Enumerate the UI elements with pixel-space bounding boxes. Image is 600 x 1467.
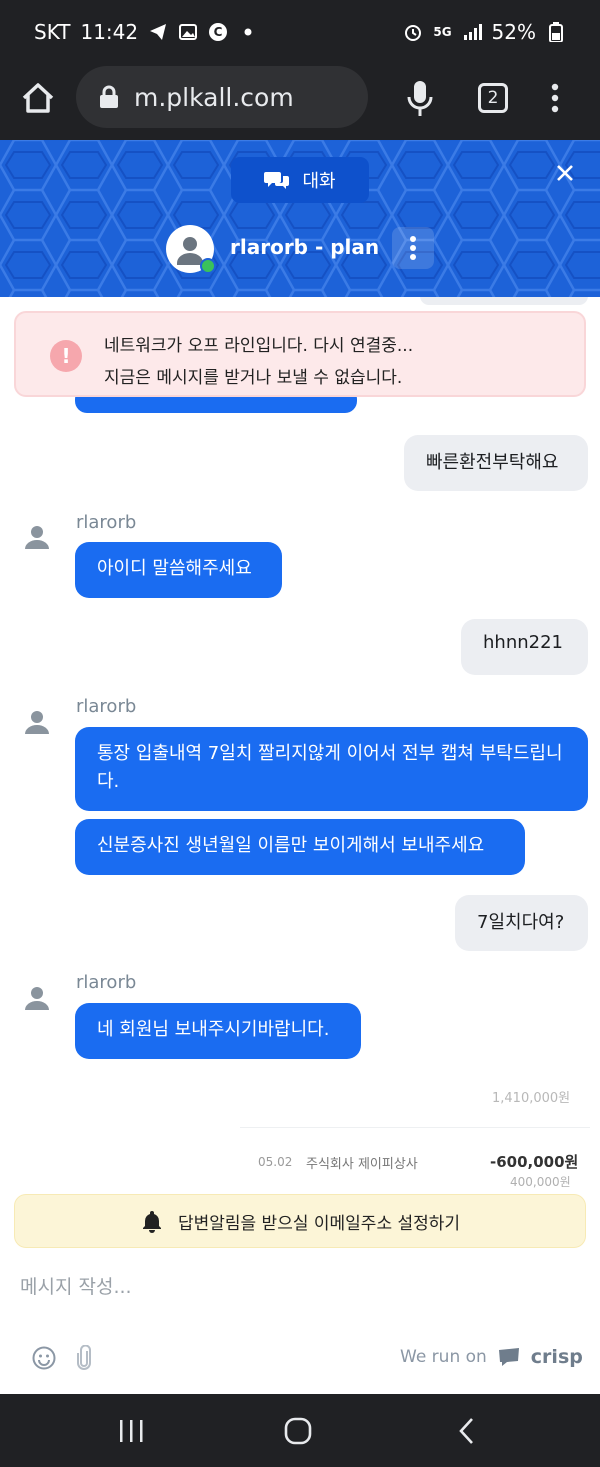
email-notification-prompt[interactable]: 답변알림을 받으실 이메일주소 설정하기 [14, 1194, 586, 1248]
chat-messages[interactable]: ! 네트워크가 오프 라인입니다. 다시 연결중... 지금은 메시지를 받거나… [0, 297, 600, 1192]
home-icon [22, 83, 54, 113]
agent-author: rlarorb [76, 972, 137, 993]
agent-person-icon [25, 987, 49, 1010]
status-left: SKT 11:42 C [34, 20, 258, 44]
recent-apps-button[interactable] [116, 1416, 146, 1446]
alert-icon: ! [50, 340, 82, 372]
agent-message: 통장 입출내역 7일치 짤리지않게 이어서 전부 캡쳐 부탁드립니다. [75, 727, 588, 811]
crisp-brand: crisp [530, 1346, 583, 1368]
offline-message-line2: 지금은 메시지를 받거나 보낼 수 없습니다. [104, 368, 403, 388]
home-button[interactable] [18, 78, 58, 118]
hidden-user-bubble [420, 297, 588, 305]
microphone-icon [407, 81, 433, 116]
attach-file-button[interactable] [76, 1344, 92, 1371]
agent-author: rlarorb [76, 696, 137, 717]
notification-dot-icon [238, 22, 258, 42]
carrier-label: SKT [34, 20, 71, 44]
browser-menu-button[interactable] [548, 82, 562, 114]
agent-message: 네 회원님 보내주시기바랍니다. [75, 1003, 361, 1059]
chat-bubbles-icon [264, 172, 290, 189]
message-composer: We run on crisp [0, 1248, 600, 1394]
close-icon [557, 165, 573, 181]
battery-icon [546, 22, 566, 43]
network-type: 5G [433, 25, 452, 39]
signal-icon [462, 22, 482, 42]
paperclip-icon [77, 1344, 91, 1370]
agent-person-icon [25, 711, 49, 734]
online-status-indicator [200, 258, 216, 274]
url-text: m.plkall.com [134, 82, 294, 112]
message-text: 신분증사진 생년월일 이름만 보이게해서 보내주세요 [97, 835, 485, 856]
receipt-divider [240, 1127, 590, 1128]
user-message: 7일치다여? [455, 895, 588, 951]
receipt-row2-amount: -600,000원 [490, 1153, 579, 1171]
status-right: 5G 52% [403, 20, 566, 44]
agent-person-icon [25, 526, 49, 549]
message-text: hhnn221 [483, 632, 563, 653]
agent-author: rlarorb [76, 512, 137, 533]
alarm-icon [403, 22, 423, 42]
powered-by-text: We run on [400, 1347, 487, 1367]
back-chevron-icon [459, 1418, 473, 1444]
message-text: 아이디 말씀해주세요 [97, 558, 252, 579]
recent-apps-icon [120, 1420, 143, 1442]
back-button[interactable] [452, 1416, 482, 1446]
agent-message: 신분증사진 생년월일 이름만 보이게해서 보내주세요 [75, 819, 525, 875]
c-app-icon: C [208, 22, 228, 42]
lock-icon [100, 85, 118, 108]
kebab-menu-icon [551, 83, 559, 113]
emoji-button[interactable] [32, 1346, 56, 1370]
more-options-icon [410, 236, 416, 260]
bell-icon [142, 1211, 161, 1233]
offline-message-line1: 네트워크가 오프 라인입니다. 다시 연결중... [104, 336, 414, 356]
tab-switcher-button[interactable]: 2 [478, 83, 508, 113]
background-receipt-image: 1,410,000원 05.02 주식회사 제이피상사 -600,000원 40… [0, 1067, 600, 1192]
user-message: hhnn221 [461, 619, 588, 675]
battery-percent: 52% [491, 20, 536, 44]
message-text: 네 회원님 보내주시기바랍니다. [97, 1019, 330, 1040]
agent-message: 아이디 말씀해주세요 [75, 542, 282, 598]
chat-header: 대화 rlarorb - plan [0, 140, 600, 297]
telegram-icon [148, 22, 168, 42]
powered-by-crisp[interactable]: We run on crisp [400, 1346, 583, 1368]
close-chat-button[interactable] [554, 162, 576, 184]
address-bar[interactable]: m.plkall.com [76, 66, 368, 128]
receipt-row2-date: 05.02 [258, 1155, 293, 1169]
status-bar: SKT 11:42 C 5G 52% [0, 0, 600, 62]
user-message: 빠른환전부탁해요 [404, 435, 588, 491]
message-text: 통장 입출내역 7일치 짤리지않게 이어서 전부 캡쳐 부탁드립니다. [97, 743, 563, 792]
emoji-icon [32, 1346, 56, 1370]
message-text: 빠른환전부탁해요 [426, 452, 559, 473]
home-circle-icon [284, 1417, 312, 1445]
gallery-icon [178, 22, 198, 42]
svg-text:C: C [214, 25, 223, 39]
agent-name: rlarorb - plan [230, 235, 380, 259]
receipt-row1-amount: 1,410,000원 [492, 1091, 571, 1106]
receipt-row2-merchant: 주식회사 제이피상사 [306, 1157, 418, 1172]
chat-options-button[interactable] [392, 227, 434, 269]
conversation-tab-button[interactable]: 대화 [231, 157, 369, 203]
crisp-logo-icon [498, 1348, 519, 1366]
message-input[interactable] [20, 1272, 580, 1302]
offline-banner: ! 네트워크가 오프 라인입니다. 다시 연결중... 지금은 메시지를 받거나… [14, 311, 586, 397]
browser-toolbar: m.plkall.com 2 [0, 62, 600, 140]
clock: 11:42 [80, 20, 139, 44]
message-text: 7일치다여? [477, 912, 565, 933]
receipt-row2-balance: 400,000원 [510, 1175, 571, 1189]
email-prompt-text: 답변알림을 받으실 이메일주소 설정하기 [177, 1213, 461, 1234]
home-nav-button[interactable] [283, 1416, 313, 1446]
system-navigation-bar [0, 1394, 600, 1467]
voice-search-button[interactable] [404, 78, 436, 118]
conversation-tab-label: 대화 [302, 171, 336, 192]
